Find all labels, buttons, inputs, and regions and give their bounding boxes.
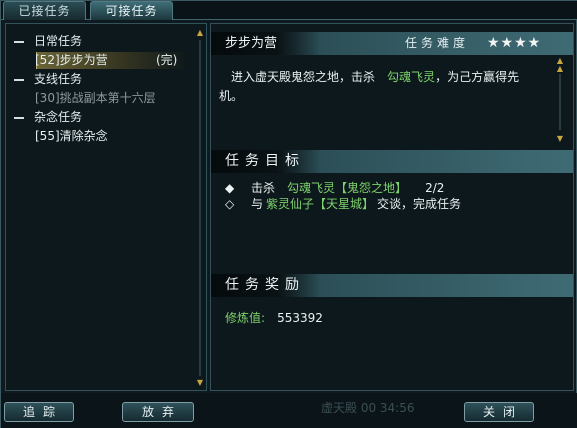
collapse-icon[interactable] <box>14 79 24 81</box>
objective-progress: 2/2 <box>425 181 445 195</box>
scroll-up-icon[interactable]: ▲ <box>555 64 565 74</box>
quest-item-selected[interactable]: [52]步步为营 (完) <box>6 51 196 70</box>
abandon-button[interactable]: 放弃 <box>122 402 194 422</box>
quest-item[interactable]: [55]清除杂念 <box>6 127 196 146</box>
objective-suffix: 交谈，完成任务 <box>377 197 462 211</box>
objective-row: ◇ 与 紫灵仙子【天星城】 交谈，完成任务 <box>225 195 555 213</box>
quest-detail-panel: 步步为营 任务难度 ★★★★ 进入虚天殿鬼怨之地，击杀 勾魂飞灵，为己方赢得先 … <box>210 23 574 391</box>
quest-list-panel: 日常任务 [52]步步为营 (完) 支线任务 [30]挑战副本第十六层 杂念任务… <box>5 23 207 391</box>
button-bar: 虚天殿 00 34:56 追踪 放弃 关闭 <box>1 393 577 428</box>
reward-value: 553392 <box>277 311 323 325</box>
objectives-header: 任务目标 <box>211 150 573 173</box>
tab-available[interactable]: 可接任务 <box>90 1 173 20</box>
quest-window: 已接任务 可接任务 日常任务 [52]步步为营 (完) 支线任务 [30]挑战副… <box>0 0 577 428</box>
objective-text: 与 紫灵仙子【天星城】 交谈，完成任务 <box>251 195 461 213</box>
collapse-icon[interactable] <box>14 117 24 119</box>
quest-tree: 日常任务 [52]步步为营 (完) 支线任务 [30]挑战副本第十六层 杂念任务… <box>6 32 196 146</box>
scroll-track[interactable] <box>559 74 561 130</box>
desc-text: 进入虚天殿鬼怨之地，击杀 <box>231 70 376 84</box>
quest-item[interactable]: [30]挑战副本第十六层 <box>6 89 196 108</box>
category-side[interactable]: 支线任务 <box>6 70 196 89</box>
quest-title: 步步为营 <box>225 36 278 51</box>
rewards-title: 任务奖励 <box>225 277 305 293</box>
background-location-text: 虚天殿 00 34:56 <box>321 401 415 415</box>
difficulty-stars-icon: ★★★★ <box>487 35 542 51</box>
category-label: 支线任务 <box>34 72 83 86</box>
hollow-diamond-icon: ◇ <box>225 197 235 211</box>
desc-target: 勾魂飞灵 <box>387 70 436 84</box>
quest-description: 进入虚天殿鬼怨之地，击杀 勾魂飞灵，为己方赢得先 机。 <box>219 68 554 106</box>
close-button[interactable]: 关闭 <box>464 402 534 422</box>
difficulty-label: 任务难度 <box>405 36 470 50</box>
tab-bar: 已接任务 可接任务 <box>1 1 577 20</box>
quest-title-header: 步步为营 任务难度 ★★★★ <box>211 32 573 55</box>
description-scrollbar[interactable]: ▲ ▲ ▼ <box>555 56 565 146</box>
reward-row: 修炼值: 553392 <box>225 309 323 327</box>
track-button[interactable]: 追踪 <box>4 402 74 422</box>
desc-text: 机。 <box>219 89 244 103</box>
quest-item-label: [30]挑战副本第十六层 <box>35 91 156 105</box>
desc-text: ，为己方赢得先 <box>435 70 520 84</box>
scroll-track[interactable] <box>199 40 201 376</box>
rewards-header: 任务奖励 <box>211 274 573 297</box>
objective-target: 勾魂飞灵【鬼怨之地】 <box>287 181 402 195</box>
objectives-title: 任务目标 <box>225 153 305 169</box>
category-label: 日常任务 <box>34 34 83 48</box>
objective-verb: 与 <box>251 197 264 211</box>
quest-complete-tag: (完) <box>156 53 178 67</box>
scroll-down-icon[interactable]: ▼ <box>555 134 565 144</box>
collapse-icon[interactable] <box>14 41 24 43</box>
objective-target: 紫灵仙子【天星城】 <box>266 197 375 211</box>
scroll-up-icon[interactable]: ▲ <box>195 28 205 38</box>
objective-verb: 击杀 <box>251 181 276 195</box>
list-scrollbar[interactable]: ▲ ▼ <box>195 28 205 388</box>
category-misc[interactable]: 杂念任务 <box>6 108 196 127</box>
quest-item-label: [52]步步为营 <box>35 53 108 67</box>
category-label: 杂念任务 <box>34 110 83 124</box>
quest-item-label: [55]清除杂念 <box>35 129 108 143</box>
category-daily[interactable]: 日常任务 <box>6 32 196 51</box>
tab-accepted[interactable]: 已接任务 <box>3 1 86 20</box>
reward-label: 修炼值: <box>225 311 266 325</box>
scroll-down-icon[interactable]: ▼ <box>195 378 205 388</box>
